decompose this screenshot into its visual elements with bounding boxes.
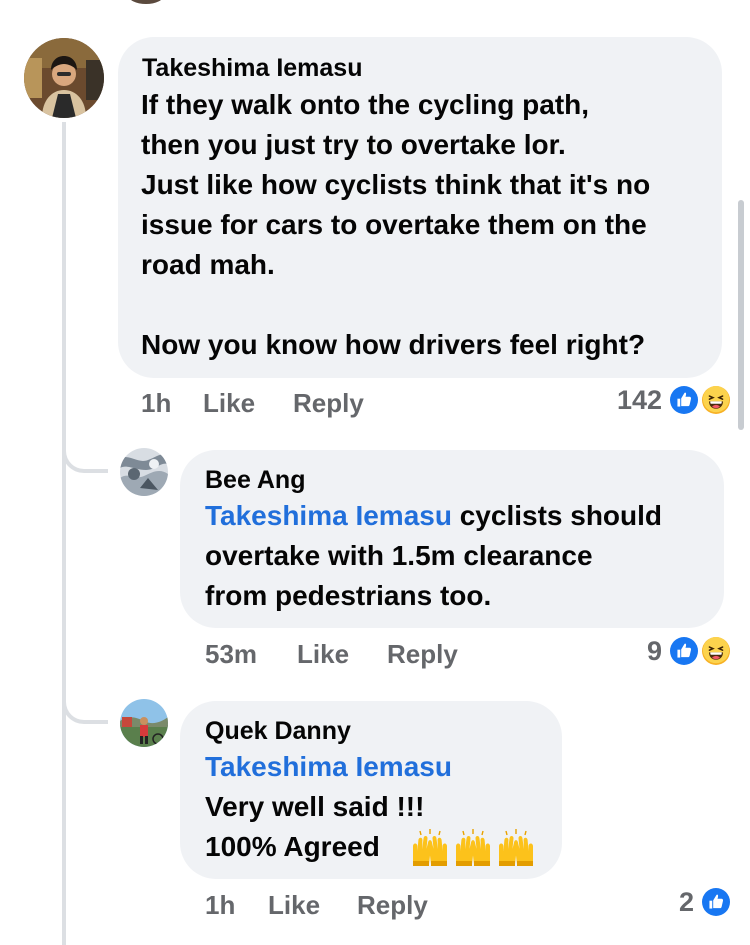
like-icon[interactable]	[668, 635, 700, 667]
comment-text-line: then you just try to overtake lor.	[141, 129, 566, 160]
comment-text-line: 100% Agreed	[205, 831, 380, 862]
comment-text-line: overtake with 1.5m clearance	[205, 540, 593, 571]
comment-author[interactable]: Quek Danny	[205, 716, 351, 746]
comment-text-line: Now you know how drivers feel right?	[141, 329, 646, 360]
avatar[interactable]	[24, 38, 104, 118]
like-icon[interactable]	[700, 886, 732, 918]
like-button[interactable]: Like	[268, 890, 320, 921]
avatar[interactable]	[120, 699, 168, 747]
thread-connector	[62, 686, 108, 724]
comment-text: cyclists should	[451, 500, 663, 531]
comment-text-line: Very well said !!!	[205, 791, 425, 822]
reply-button[interactable]: Reply	[357, 890, 428, 921]
avatar[interactable]	[120, 448, 168, 496]
like-icon[interactable]	[668, 384, 700, 416]
like-button[interactable]: Like	[297, 639, 349, 670]
raising-hands-icon	[410, 828, 450, 868]
comment-author[interactable]: Takeshima Iemasu	[142, 53, 362, 83]
haha-icon[interactable]	[700, 384, 732, 416]
comment-timestamp[interactable]: 1h	[205, 890, 235, 921]
reply-button[interactable]: Reply	[387, 639, 458, 670]
comment-text-line: Just like how cyclists think that it's n…	[141, 169, 651, 200]
mention-link[interactable]: Takeshima Iemasu	[205, 500, 452, 531]
thread-line	[62, 122, 66, 945]
like-button[interactable]: Like	[203, 388, 255, 419]
haha-icon[interactable]	[700, 635, 732, 667]
thread-connector	[62, 435, 108, 473]
comment-text-line: Takeshima Iemasu cyclists should	[205, 496, 662, 536]
comment-timestamp[interactable]: 53m	[205, 639, 257, 670]
comment-text-line: issue for cars to overtake them on the	[141, 209, 647, 240]
comment-text-line: road mah.	[141, 249, 275, 280]
comment-author[interactable]: Bee Ang	[205, 465, 305, 495]
comment-text-line: from pedestrians too.	[205, 580, 492, 611]
comment-timestamp[interactable]: 1h	[141, 388, 171, 419]
raising-hands-icon	[496, 828, 536, 868]
comment-text-line: If they walk onto the cycling path,	[141, 89, 590, 120]
scrollbar[interactable]	[738, 200, 744, 430]
previous-comment-avatar[interactable]	[128, 0, 164, 4]
reaction-count[interactable]: 9	[620, 636, 662, 667]
reaction-count[interactable]: 2	[660, 887, 694, 918]
reply-button[interactable]: Reply	[293, 388, 364, 419]
mention-link[interactable]: Takeshima Iemasu	[205, 747, 452, 787]
raising-hands-icon	[453, 828, 493, 868]
reaction-count[interactable]: 142	[590, 385, 662, 416]
